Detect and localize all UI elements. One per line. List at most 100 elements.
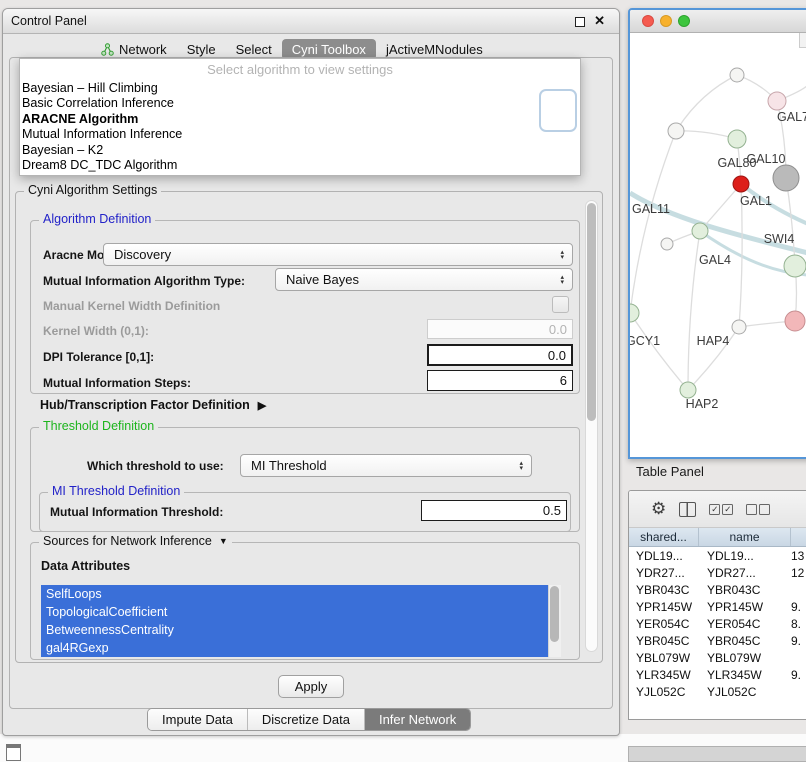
close-icon[interactable]: ✕ bbox=[594, 13, 605, 29]
network-node[interactable] bbox=[768, 92, 786, 110]
settings-scrollbar[interactable] bbox=[585, 200, 598, 652]
algorithm-option[interactable]: ARACNE Algorithm bbox=[20, 112, 580, 127]
network-window-titlebar[interactable] bbox=[630, 10, 806, 33]
network-edge bbox=[700, 184, 741, 231]
panel-dock-icon[interactable] bbox=[6, 744, 21, 761]
table-cell: YBR043C bbox=[699, 583, 791, 597]
table-row[interactable]: YPR145WYPR145W9. bbox=[629, 598, 806, 615]
deselect-all-columns-icon[interactable] bbox=[746, 504, 770, 515]
settings-scrollbar-thumb[interactable] bbox=[587, 203, 596, 421]
kernel-width-input[interactable] bbox=[427, 319, 573, 339]
network-canvas[interactable]: GAL7GAL80GAL10GAL11GAL1SWI4GAL4GCY1HAP4H… bbox=[630, 33, 806, 454]
which-threshold-select[interactable]: MI Threshold ▴▾ bbox=[240, 454, 532, 477]
column-header-shared-name[interactable]: shared... bbox=[629, 528, 699, 546]
network-node[interactable] bbox=[784, 255, 806, 277]
table-cell: 12 bbox=[791, 566, 806, 580]
table-cell: YJL052C bbox=[629, 685, 699, 699]
table-toolbar: ⚙ ✓✓ bbox=[629, 491, 806, 528]
network-node[interactable] bbox=[728, 130, 746, 148]
column-header-extra[interactable] bbox=[791, 528, 806, 546]
apply-button[interactable]: Apply bbox=[278, 675, 345, 698]
table-cell: YDR27... bbox=[699, 566, 791, 580]
algorithm-definition-title: Algorithm Definition bbox=[39, 212, 155, 226]
algorithm-option[interactable]: Dream8 DC_TDC Algorithm bbox=[20, 158, 580, 173]
network-node[interactable] bbox=[785, 311, 805, 331]
minimize-traffic-light[interactable] bbox=[660, 15, 672, 27]
algorithm-dropdown-popup: Select algorithm to view settings Bayesi… bbox=[19, 58, 581, 176]
network-node-label: HAP2 bbox=[686, 397, 719, 411]
table-panel-window: ⚙ ✓✓ shared... name YDL19...YDL19...13YD… bbox=[628, 490, 806, 720]
settings-group-title: Cyni Algorithm Settings bbox=[24, 183, 161, 197]
apply-row: Apply bbox=[3, 675, 619, 698]
network-view-window: GAL7GAL80GAL10GAL11GAL1SWI4GAL4GCY1HAP4H… bbox=[628, 8, 806, 459]
mi-threshold-input[interactable] bbox=[421, 500, 567, 521]
table-row[interactable]: YDR27...YDR27...12 bbox=[629, 564, 806, 581]
table-cell: YDR27... bbox=[629, 566, 699, 580]
column-header-name[interactable]: name bbox=[699, 528, 791, 546]
table-row[interactable]: YLR345WYLR345W9. bbox=[629, 666, 806, 683]
tab-label: Cyni Toolbox bbox=[292, 42, 366, 57]
attribute-list-item[interactable]: gal4RGexp bbox=[41, 639, 548, 657]
table-cell: YPR145W bbox=[699, 600, 791, 614]
list-scrollbar[interactable] bbox=[548, 585, 561, 657]
threshold-definition-group: Threshold Definition Which threshold to … bbox=[30, 427, 580, 532]
table-cell: YBR045C bbox=[699, 634, 791, 648]
network-node[interactable] bbox=[733, 176, 749, 192]
algorithm-option[interactable]: Bayesian – Hill Climbing bbox=[20, 81, 580, 96]
attribute-list-item[interactable]: TopologicalCoefficient bbox=[41, 603, 548, 621]
help-button[interactable] bbox=[539, 89, 577, 132]
float-window-icon[interactable] bbox=[575, 17, 585, 27]
combo-arrows-icon: ▴▾ bbox=[560, 250, 564, 260]
table-row[interactable]: YJL052CYJL052C bbox=[629, 683, 806, 700]
network-node[interactable] bbox=[732, 320, 746, 334]
table-cell: 9. bbox=[791, 634, 806, 648]
network-node[interactable] bbox=[680, 382, 696, 398]
network-node[interactable] bbox=[692, 223, 708, 239]
table-row[interactable]: YBR043CYBR043C bbox=[629, 581, 806, 598]
table-cell: YER054C bbox=[699, 617, 791, 631]
attribute-list-item[interactable]: BetweennessCentrality bbox=[41, 621, 548, 639]
table-cell: YPR145W bbox=[629, 600, 699, 614]
threshold-definition-title: Threshold Definition bbox=[39, 419, 158, 433]
algorithm-option[interactable]: Mutual Information Inference bbox=[20, 127, 580, 142]
network-node[interactable] bbox=[730, 68, 744, 82]
attribute-list-item[interactable]: SelfLoops bbox=[41, 585, 548, 603]
zoom-traffic-light[interactable] bbox=[678, 15, 690, 27]
aracne-mode-select[interactable]: Discovery ▴▾ bbox=[103, 243, 573, 266]
mi-threshold-label: Mutual Information Threshold: bbox=[50, 505, 223, 519]
algorithm-option[interactable]: Basic Correlation Inference bbox=[20, 96, 580, 111]
table-cell: YLR345W bbox=[629, 668, 699, 682]
tab-discretize-data[interactable]: Discretize Data bbox=[247, 709, 364, 730]
manual-kernel-checkbox[interactable] bbox=[552, 296, 569, 313]
hub-section-label: Hub/Transcription Factor Definition bbox=[40, 398, 250, 412]
select-all-columns-icon[interactable]: ✓✓ bbox=[709, 504, 733, 515]
disclosure-arrow-icon: ▶ bbox=[258, 399, 266, 412]
table-cell: YBL079W bbox=[629, 651, 699, 665]
table-cell: 13 bbox=[791, 549, 806, 563]
scrollbar-corner bbox=[799, 33, 806, 48]
network-node[interactable] bbox=[668, 123, 684, 139]
list-scrollbar-thumb[interactable] bbox=[550, 586, 559, 642]
combo-arrows-icon: ▴▾ bbox=[560, 275, 564, 285]
table-row[interactable]: YBR045CYBR045C9. bbox=[629, 632, 806, 649]
table-row[interactable]: YBL079WYBL079W bbox=[629, 649, 806, 666]
hub-section-toggle[interactable]: Hub/Transcription Factor Definition ▶ bbox=[40, 398, 266, 412]
network-node[interactable] bbox=[773, 165, 799, 191]
close-traffic-light[interactable] bbox=[642, 15, 654, 27]
sources-group-title[interactable]: Sources for Network Inference ▼ bbox=[39, 534, 232, 548]
table-row[interactable]: YDL19...YDL19...13 bbox=[629, 547, 806, 564]
network-node[interactable] bbox=[661, 238, 673, 250]
network-node[interactable] bbox=[630, 304, 639, 322]
dpi-tolerance-input[interactable] bbox=[427, 344, 573, 366]
gear-icon[interactable]: ⚙ bbox=[651, 499, 666, 519]
table-cell: YDL19... bbox=[629, 549, 699, 563]
mi-steps-input[interactable] bbox=[427, 370, 573, 391]
tab-infer-network[interactable]: Infer Network bbox=[364, 709, 470, 730]
tab-impute-data[interactable]: Impute Data bbox=[148, 709, 247, 730]
algorithm-option[interactable]: Bayesian – K2 bbox=[20, 143, 580, 158]
columns-icon[interactable] bbox=[679, 502, 696, 517]
tab-label: Style bbox=[187, 42, 216, 57]
mi-type-label: Mutual Information Algorithm Type: bbox=[43, 274, 245, 288]
table-row[interactable]: YER054CYER054C8. bbox=[629, 615, 806, 632]
mi-type-select[interactable]: Naive Bayes ▴▾ bbox=[275, 268, 573, 291]
